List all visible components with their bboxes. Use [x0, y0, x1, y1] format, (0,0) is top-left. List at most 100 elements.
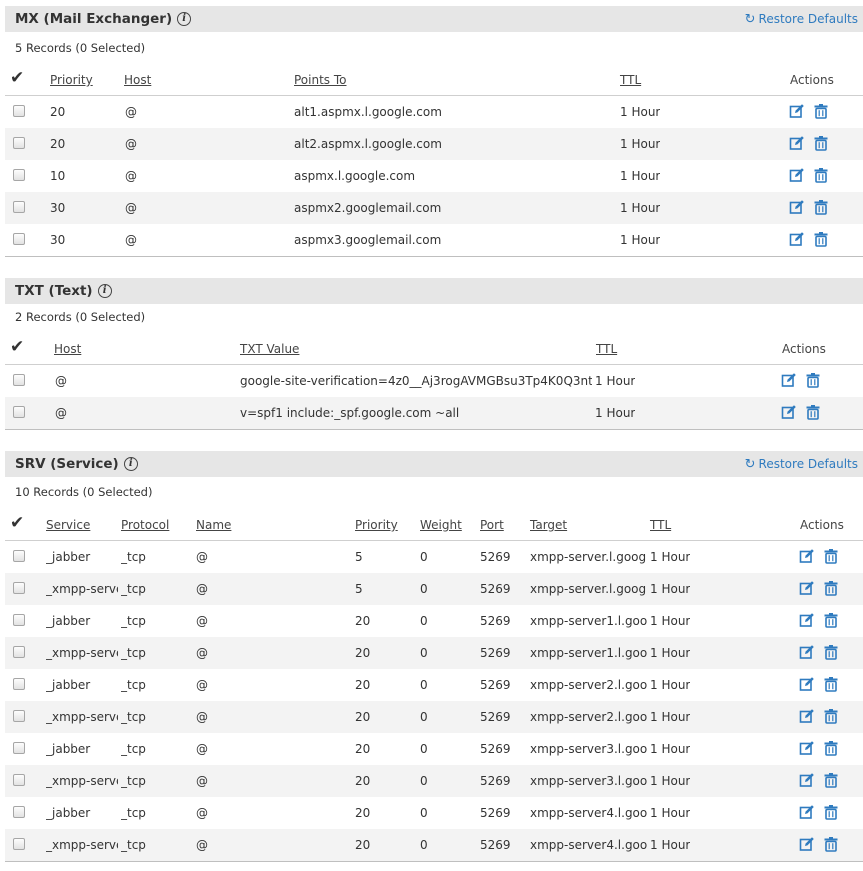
trash-icon[interactable] [813, 231, 829, 247]
row-checkbox[interactable] [13, 233, 25, 245]
mx-table-header: ✔ Priority Host Points To TTL Actions [5, 64, 863, 96]
trash-icon[interactable] [823, 708, 839, 724]
srv-col-target[interactable]: Target [530, 518, 567, 532]
txt-title-text: TXT (Text) [15, 283, 93, 299]
row-checkbox[interactable] [13, 201, 25, 213]
trash-icon[interactable] [813, 167, 829, 183]
row-checkbox[interactable] [13, 582, 25, 594]
srv-restore-defaults-link[interactable]: ↻ Restore Defaults [745, 457, 858, 471]
cell-port: 5269 [480, 614, 511, 628]
edit-icon[interactable] [789, 103, 805, 119]
table-row: _xmpp-serve _tcp @20 0 5269 xmpp-server4.l.go… [5, 829, 863, 861]
edit-icon[interactable] [799, 548, 815, 564]
trash-icon[interactable] [823, 740, 839, 756]
srv-col-service[interactable]: Service [46, 518, 90, 532]
row-checkbox[interactable] [13, 678, 25, 690]
mx-title: MX (Mail Exchanger) i [15, 11, 192, 27]
info-icon[interactable]: i [177, 12, 192, 26]
cell-weight: 0 [420, 646, 428, 660]
edit-icon[interactable] [799, 740, 815, 756]
edit-icon[interactable] [789, 231, 805, 247]
row-checkbox[interactable] [13, 137, 25, 149]
row-checkbox[interactable] [13, 806, 25, 818]
edit-icon[interactable] [789, 135, 805, 151]
edit-icon[interactable] [789, 167, 805, 183]
row-checkbox[interactable] [13, 838, 25, 850]
trash-icon[interactable] [813, 135, 829, 151]
edit-icon[interactable] [799, 836, 815, 852]
edit-icon[interactable] [799, 708, 815, 724]
mx-restore-defaults-link[interactable]: ↻ Restore Defaults [745, 12, 858, 26]
row-checkbox[interactable] [13, 406, 25, 418]
txt-col-host[interactable]: Host [54, 342, 81, 356]
srv-section: SRV (Service) i ↻ Restore Defaults 10 Re… [5, 451, 863, 862]
cell-port: 5269 [480, 742, 511, 756]
trash-icon[interactable] [823, 580, 839, 596]
edit-icon[interactable] [781, 404, 797, 420]
edit-icon[interactable] [799, 580, 815, 596]
trash-icon[interactable] [823, 612, 839, 628]
txt-col-ttl[interactable]: TTL [596, 342, 617, 356]
trash-icon[interactable] [805, 372, 821, 388]
trash-icon[interactable] [813, 103, 829, 119]
cell-port: 5269 [480, 838, 511, 852]
row-checkbox[interactable] [13, 105, 25, 117]
mx-title-text: MX (Mail Exchanger) [15, 11, 173, 27]
info-icon[interactable]: i [123, 457, 138, 471]
trash-icon[interactable] [823, 836, 839, 852]
edit-icon[interactable] [799, 804, 815, 820]
cell-weight: 0 [420, 710, 428, 724]
row-checkbox[interactable] [13, 550, 25, 562]
row-checkbox[interactable] [13, 374, 25, 386]
edit-icon[interactable] [799, 612, 815, 628]
trash-icon[interactable] [823, 548, 839, 564]
restore-defaults-label: Restore Defaults [758, 457, 858, 471]
mx-col-points-to[interactable]: Points To [294, 73, 347, 87]
cell-target: xmpp-server.l.google [530, 582, 647, 596]
table-row: _xmpp-serve _tcp @20 0 5269 xmpp-server2.l.go… [5, 701, 863, 733]
mx-col-priority[interactable]: Priority [50, 73, 93, 87]
row-checkbox[interactable] [13, 169, 25, 181]
srv-col-ttl[interactable]: TTL [650, 518, 671, 532]
cell-ttl: 1 Hour [650, 678, 691, 692]
srv-col-port[interactable]: Port [480, 518, 504, 532]
cell-points-to: alt2.aspmx.l.google.com [294, 137, 442, 151]
select-all-checkmark-icon[interactable]: ✔ [10, 515, 24, 532]
cell-target: xmpp-server1.l.googl [530, 646, 647, 660]
mx-col-ttl[interactable]: TTL [620, 73, 641, 87]
srv-col-weight[interactable]: Weight [420, 518, 462, 532]
srv-table-header: ✔ Service Protocol Name Priority Weight … [5, 509, 863, 541]
edit-icon[interactable] [789, 199, 805, 215]
mx-col-actions: Actions [790, 73, 834, 87]
cell-name: @ [196, 774, 208, 788]
cell-priority: 5 [355, 550, 363, 564]
edit-icon[interactable] [799, 772, 815, 788]
trash-icon[interactable] [813, 199, 829, 215]
table-row: _jabber _tcp @5 0 5269 xmpp-server.l.google 1 … [5, 541, 863, 573]
select-all-checkmark-icon[interactable]: ✔ [10, 70, 24, 87]
cell-name: @ [196, 678, 208, 692]
info-icon[interactable]: i [97, 284, 112, 298]
trash-icon[interactable] [823, 676, 839, 692]
srv-col-name[interactable]: Name [196, 518, 231, 532]
row-checkbox[interactable] [13, 614, 25, 626]
table-row: _jabber _tcp @20 0 5269 xmpp-server3.l.googl 1… [5, 733, 863, 765]
cell-target: xmpp-server4.l.googl [530, 838, 647, 852]
txt-col-value[interactable]: TXT Value [240, 342, 299, 356]
row-checkbox[interactable] [13, 742, 25, 754]
edit-icon[interactable] [799, 676, 815, 692]
cell-service: _xmpp-serve [46, 646, 118, 660]
mx-col-host[interactable]: Host [124, 73, 151, 87]
srv-col-priority[interactable]: Priority [355, 518, 398, 532]
trash-icon[interactable] [823, 804, 839, 820]
edit-icon[interactable] [799, 644, 815, 660]
trash-icon[interactable] [823, 772, 839, 788]
trash-icon[interactable] [823, 644, 839, 660]
edit-icon[interactable] [781, 372, 797, 388]
row-checkbox[interactable] [13, 774, 25, 786]
srv-col-protocol[interactable]: Protocol [121, 518, 169, 532]
trash-icon[interactable] [805, 404, 821, 420]
row-checkbox[interactable] [13, 710, 25, 722]
select-all-checkmark-icon[interactable]: ✔ [10, 339, 24, 356]
row-checkbox[interactable] [13, 646, 25, 658]
